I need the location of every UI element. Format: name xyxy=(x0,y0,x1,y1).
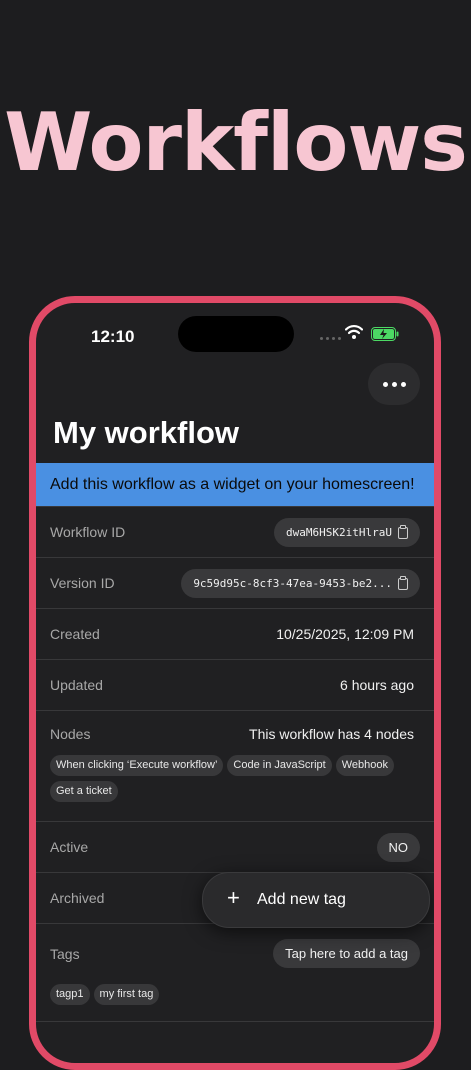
row-nodes: Nodes This workflow has 4 nodes When cli… xyxy=(36,710,434,821)
updated-label: Updated xyxy=(50,677,103,693)
updated-value: 6 hours ago xyxy=(340,677,414,693)
nodes-value: This workflow has 4 nodes xyxy=(249,726,414,742)
phone-frame: 12:10 My workflow Add this workflow as a… xyxy=(29,296,441,1070)
copy-icon xyxy=(398,524,408,539)
dynamic-island xyxy=(178,316,294,352)
row-active: Active NO xyxy=(36,821,434,872)
ellipsis-icon xyxy=(382,381,388,387)
version-id-copy-button[interactable]: 9c59d95c-8cf3-47ea-9453-be2... xyxy=(181,569,420,598)
node-chip-list: When clicking ‘Execute workflow’ Code in… xyxy=(50,755,420,802)
row-created: Created 10/25/2025, 12:09 PM xyxy=(36,608,434,659)
active-status-badge[interactable]: NO xyxy=(376,833,420,862)
node-chip[interactable]: When clicking ‘Execute workflow’ xyxy=(50,755,224,776)
archived-label: Archived xyxy=(50,890,105,906)
plus-icon: + xyxy=(227,885,240,910)
row-updated: Updated 6 hours ago xyxy=(36,659,434,710)
row-tags: Tags Tap here to add a tag tagp1 my firs… xyxy=(36,923,434,1021)
page-title: My workflow xyxy=(53,415,240,450)
tag-chip[interactable]: tagp1 xyxy=(50,984,90,1005)
add-new-tag-toast[interactable]: + Add new tag xyxy=(202,872,430,928)
battery-charging-icon xyxy=(371,327,399,341)
tag-chip-list: tagp1 my first tag xyxy=(50,984,420,1005)
workflow-id-value: dwaM6HSK2itHlraU xyxy=(286,526,392,539)
tags-label: Tags xyxy=(50,946,80,962)
version-id-value: 9c59d95c-8cf3-47ea-9453-be2... xyxy=(193,577,392,590)
more-options-button[interactable] xyxy=(368,363,420,405)
row-divider xyxy=(36,1021,434,1061)
widget-banner[interactable]: Add this workflow as a widget on your ho… xyxy=(36,463,434,506)
row-workflow-id: Workflow ID dwaM6HSK2itHlraU xyxy=(36,506,434,557)
version-id-label: Version ID xyxy=(50,575,115,591)
workflow-id-label: Workflow ID xyxy=(50,524,126,540)
hero-title: Workflows xyxy=(4,96,468,189)
status-bar: 12:10 xyxy=(36,303,434,373)
created-label: Created xyxy=(50,626,100,642)
workflow-id-copy-button[interactable]: dwaM6HSK2itHlraU xyxy=(274,518,420,547)
nodes-label: Nodes xyxy=(50,726,91,742)
status-time: 12:10 xyxy=(91,327,135,346)
cell-signal-icon xyxy=(320,335,342,341)
node-chip[interactable]: Webhook xyxy=(335,755,394,776)
copy-icon xyxy=(398,575,408,590)
row-version-id: Version ID 9c59d95c-8cf3-47ea-9453-be2..… xyxy=(36,557,434,608)
created-value: 10/25/2025, 12:09 PM xyxy=(276,626,414,642)
node-chip[interactable]: Get a ticket xyxy=(50,781,118,802)
active-label: Active xyxy=(50,839,89,855)
add-tag-button[interactable]: Tap here to add a tag xyxy=(273,939,420,968)
tag-chip[interactable]: my first tag xyxy=(93,984,160,1005)
toast-label: Add new tag xyxy=(257,891,346,908)
wifi-icon xyxy=(345,325,363,339)
node-chip[interactable]: Code in JavaScript xyxy=(227,755,332,776)
